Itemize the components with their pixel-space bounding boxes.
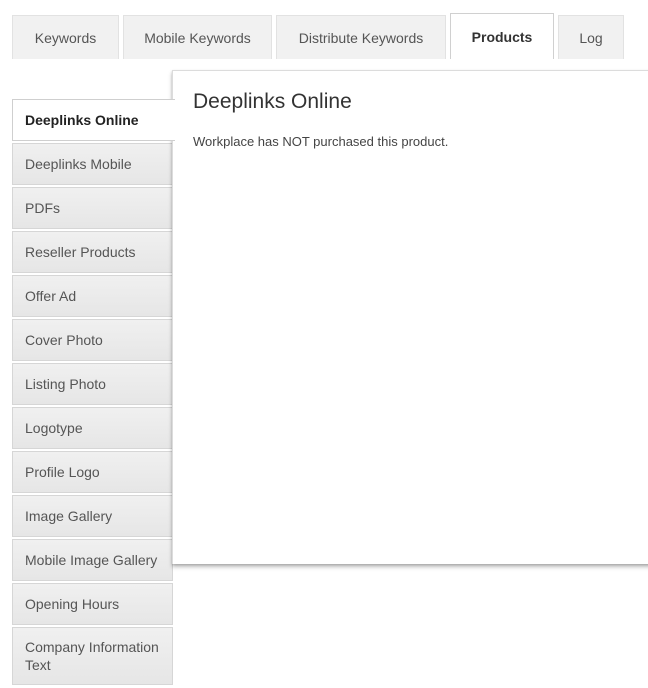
- tab-products[interactable]: Products: [450, 13, 554, 59]
- side-tab-reseller-products[interactable]: Reseller Products: [12, 231, 173, 273]
- tab-log[interactable]: Log: [558, 15, 624, 59]
- side-tab-cover-photo[interactable]: Cover Photo: [12, 319, 173, 361]
- top-tab-bar: Keywords Mobile Keywords Distribute Keyw…: [12, 13, 628, 59]
- side-tab-company-information-text[interactable]: Company Information Text: [12, 627, 173, 685]
- side-tab-profile-logo[interactable]: Profile Logo: [12, 451, 173, 493]
- tab-distribute-keywords[interactable]: Distribute Keywords: [276, 15, 446, 59]
- tab-mobile-keywords[interactable]: Mobile Keywords: [123, 15, 272, 59]
- tab-keywords[interactable]: Keywords: [12, 15, 119, 59]
- product-side-tabs: Deeplinks Online Deeplinks Mobile PDFs R…: [12, 99, 175, 687]
- side-tab-listing-photo[interactable]: Listing Photo: [12, 363, 173, 405]
- side-tab-image-gallery[interactable]: Image Gallery: [12, 495, 173, 537]
- side-tab-mobile-image-gallery[interactable]: Mobile Image Gallery: [12, 539, 173, 581]
- side-tab-pdfs[interactable]: PDFs: [12, 187, 173, 229]
- product-content-panel: Deeplinks Online Workplace has NOT purch…: [172, 70, 648, 564]
- panel-title: Deeplinks Online: [193, 90, 352, 113]
- purchase-status-message: Workplace has NOT purchased this product…: [193, 134, 449, 149]
- side-tab-logotype[interactable]: Logotype: [12, 407, 173, 449]
- side-tab-deeplinks-mobile[interactable]: Deeplinks Mobile: [12, 143, 173, 185]
- side-tab-opening-hours[interactable]: Opening Hours: [12, 583, 173, 625]
- side-tab-offer-ad[interactable]: Offer Ad: [12, 275, 173, 317]
- side-tab-deeplinks-online[interactable]: Deeplinks Online: [12, 99, 175, 141]
